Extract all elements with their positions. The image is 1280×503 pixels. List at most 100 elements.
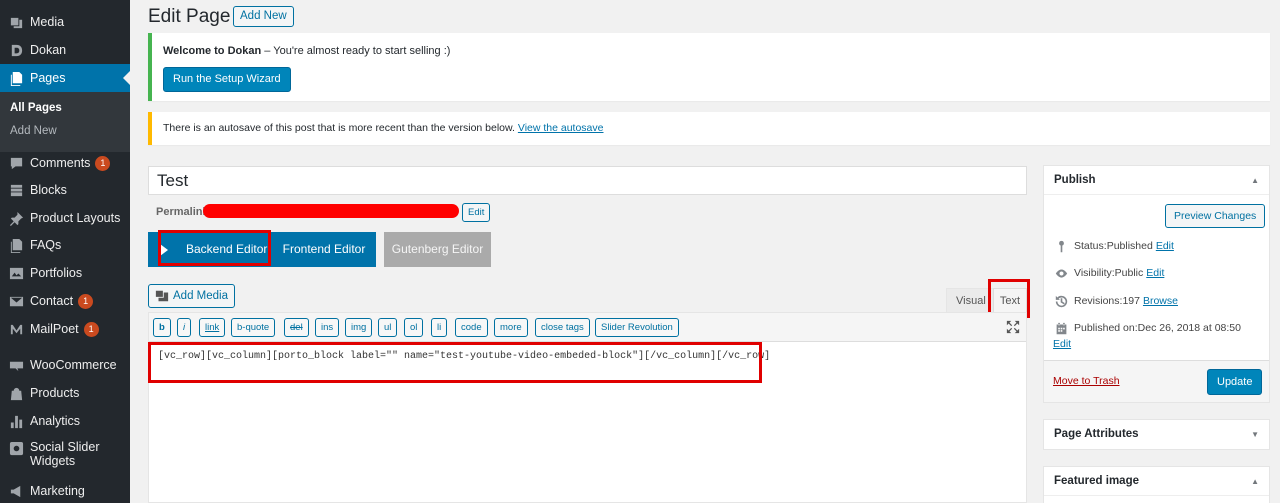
- dokan-icon: [8, 42, 24, 58]
- frontend-editor-button[interactable]: Frontend Editor: [272, 232, 376, 267]
- sidebar-item-faqs[interactable]: FAQs: [0, 231, 130, 259]
- sidebar-item-products[interactable]: Products: [0, 379, 130, 407]
- eye-icon: [1054, 266, 1068, 280]
- status-label: Status:: [1074, 240, 1107, 252]
- submenu-all-pages[interactable]: All Pages: [10, 102, 62, 114]
- visibility-edit-link[interactable]: Edit: [1146, 267, 1164, 279]
- media-icon: [8, 14, 24, 30]
- sidebar-item-analytics[interactable]: Analytics: [0, 407, 130, 435]
- post-title-input[interactable]: [148, 166, 1027, 195]
- qt-link-button[interactable]: link: [199, 318, 226, 337]
- qt-italic-button[interactable]: i: [177, 318, 192, 337]
- sidebar-item-label: Products: [30, 386, 80, 400]
- sidebar-item-label: WooCommerce: [30, 358, 117, 372]
- sidebar-item-dokan[interactable]: Dokan: [0, 36, 130, 64]
- sidebar-item-product-layouts[interactable]: Product Layouts: [0, 204, 130, 232]
- sidebar-item-label: Contact: [30, 294, 74, 308]
- welcome-notice-bold: Welcome to Dokan: [163, 45, 262, 57]
- status-edit-link[interactable]: Edit: [1156, 240, 1174, 252]
- pin-icon: [1054, 239, 1068, 253]
- visibility-row: Visibility: Public Edit: [1054, 266, 1164, 280]
- featured-image-box: Featured image ▲: [1043, 466, 1270, 503]
- qt-code-button[interactable]: code: [455, 318, 488, 337]
- instagram-icon: [8, 440, 24, 456]
- publish-box-header[interactable]: Publish ▲: [1044, 166, 1269, 195]
- collapse-down-icon[interactable]: ▼: [1251, 430, 1259, 439]
- qt-bquote-button[interactable]: b-quote: [231, 318, 276, 337]
- tab-text[interactable]: Text: [993, 288, 1027, 312]
- run-setup-wizard-button[interactable]: Run the Setup Wizard: [163, 67, 291, 92]
- sidebar-item-comments[interactable]: Comments 1: [0, 149, 130, 177]
- sidebar-item-label: Marketing: [30, 484, 85, 498]
- admin-sidebar: Media Dokan Pages All Pages Add New Comm…: [0, 0, 130, 503]
- sidebar-item-blocks[interactable]: Blocks: [0, 176, 130, 204]
- sidebar-item-label: Social Slider Widgets: [30, 440, 100, 469]
- permalink-edit-button[interactable]: Edit: [462, 203, 491, 222]
- gutenberg-editor-button[interactable]: Gutenberg Editor: [384, 232, 491, 267]
- move-to-trash-link[interactable]: Move to Trash: [1053, 375, 1120, 387]
- collapse-up-icon[interactable]: ▲: [1251, 176, 1259, 185]
- revisions-value: 197: [1122, 295, 1140, 307]
- submenu-add-new[interactable]: Add New: [10, 125, 57, 137]
- sidebar-item-contact[interactable]: Contact 1: [0, 287, 130, 315]
- publish-box-title: Publish: [1054, 174, 1096, 186]
- autosave-notice-text: There is an autosave of this post that i…: [163, 122, 604, 134]
- editor-content: [vc_row][vc_column][porto_block label=""…: [158, 351, 771, 362]
- publish-major-actions: Move to Trash Update: [1044, 360, 1269, 402]
- text-editor[interactable]: b i link b-quote del ins img ul ol li co…: [148, 312, 1027, 503]
- contact-count-badge: 1: [78, 293, 94, 309]
- qt-ol-button[interactable]: ol: [404, 318, 424, 337]
- visibility-value: Public: [1114, 267, 1144, 279]
- pin-icon: [8, 210, 24, 226]
- preview-changes-button[interactable]: Preview Changes: [1165, 204, 1266, 228]
- comments-icon: [8, 155, 24, 171]
- sidebar-item-label: Analytics: [30, 414, 81, 428]
- pages-icon: [8, 70, 24, 86]
- dokan-welcome-notice: Welcome to Dokan – You're almost ready t…: [148, 33, 1270, 101]
- welcome-notice-rest: – You're almost ready to start selling :…: [261, 45, 451, 57]
- qt-li-button[interactable]: li: [431, 318, 448, 337]
- sidebar-item-social-slider-widgets[interactable]: Social Slider Widgets: [0, 440, 130, 472]
- qt-more-button[interactable]: more: [494, 318, 528, 337]
- products-icon: [8, 385, 24, 401]
- sidebar-item-portfolios[interactable]: Portfolios: [0, 259, 130, 287]
- view-autosave-link[interactable]: View the autosave: [518, 122, 604, 134]
- featured-image-title: Featured image: [1054, 475, 1139, 487]
- sidebar-item-label: MailPoet: [30, 322, 79, 336]
- sidebar-item-woocommerce[interactable]: WooCommerce: [0, 351, 130, 379]
- welcome-notice-text: Welcome to Dokan – You're almost ready t…: [163, 45, 450, 57]
- page-attributes-header[interactable]: Page Attributes ▼: [1044, 420, 1269, 449]
- marketing-icon: [8, 483, 24, 499]
- add-new-button[interactable]: Add New: [233, 6, 294, 27]
- update-button[interactable]: Update: [1207, 369, 1263, 395]
- autosave-message: There is an autosave of this post that i…: [163, 122, 518, 134]
- contact-icon: [8, 293, 24, 309]
- published-on-value: Dec 26, 2018 at 08:50: [1137, 322, 1241, 334]
- tab-visual[interactable]: Visual: [946, 288, 996, 312]
- backend-editor-label: Backend Editor: [186, 242, 268, 256]
- collapse-up-icon[interactable]: ▲: [1251, 477, 1259, 486]
- browse-revisions-link[interactable]: Browse: [1143, 295, 1178, 307]
- qt-del-button[interactable]: del: [284, 318, 309, 337]
- pages-submenu: All Pages Add New: [0, 92, 130, 152]
- sidebar-item-marketing[interactable]: Marketing: [0, 477, 130, 503]
- fullscreen-icon[interactable]: [1006, 320, 1020, 334]
- permalink-redaction: [203, 204, 459, 218]
- add-media-button[interactable]: Add Media: [148, 284, 235, 308]
- status-value: Published: [1106, 240, 1153, 252]
- sidebar-item-media[interactable]: Media: [0, 8, 130, 36]
- qt-bold-button[interactable]: b: [153, 318, 171, 337]
- calendar-icon: [1054, 321, 1068, 335]
- featured-image-header[interactable]: Featured image ▲: [1044, 467, 1269, 496]
- sidebar-item-mailpoet[interactable]: MailPoet 1: [0, 315, 130, 343]
- qt-ins-button[interactable]: ins: [315, 318, 340, 337]
- qt-slider-revolution-button[interactable]: Slider Revolution: [595, 318, 679, 337]
- qt-close-tags-button[interactable]: close tags: [535, 318, 590, 337]
- sidebar-item-pages[interactable]: Pages: [0, 64, 130, 92]
- backend-editor-button[interactable]: Backend Editor: [148, 232, 272, 267]
- publish-box: Publish ▲ Preview Changes Status: Publis…: [1043, 165, 1270, 403]
- qt-img-button[interactable]: img: [345, 318, 373, 337]
- comments-count-badge: 1: [95, 155, 111, 171]
- published-on-edit-link[interactable]: Edit: [1053, 338, 1071, 350]
- qt-ul-button[interactable]: ul: [378, 318, 398, 337]
